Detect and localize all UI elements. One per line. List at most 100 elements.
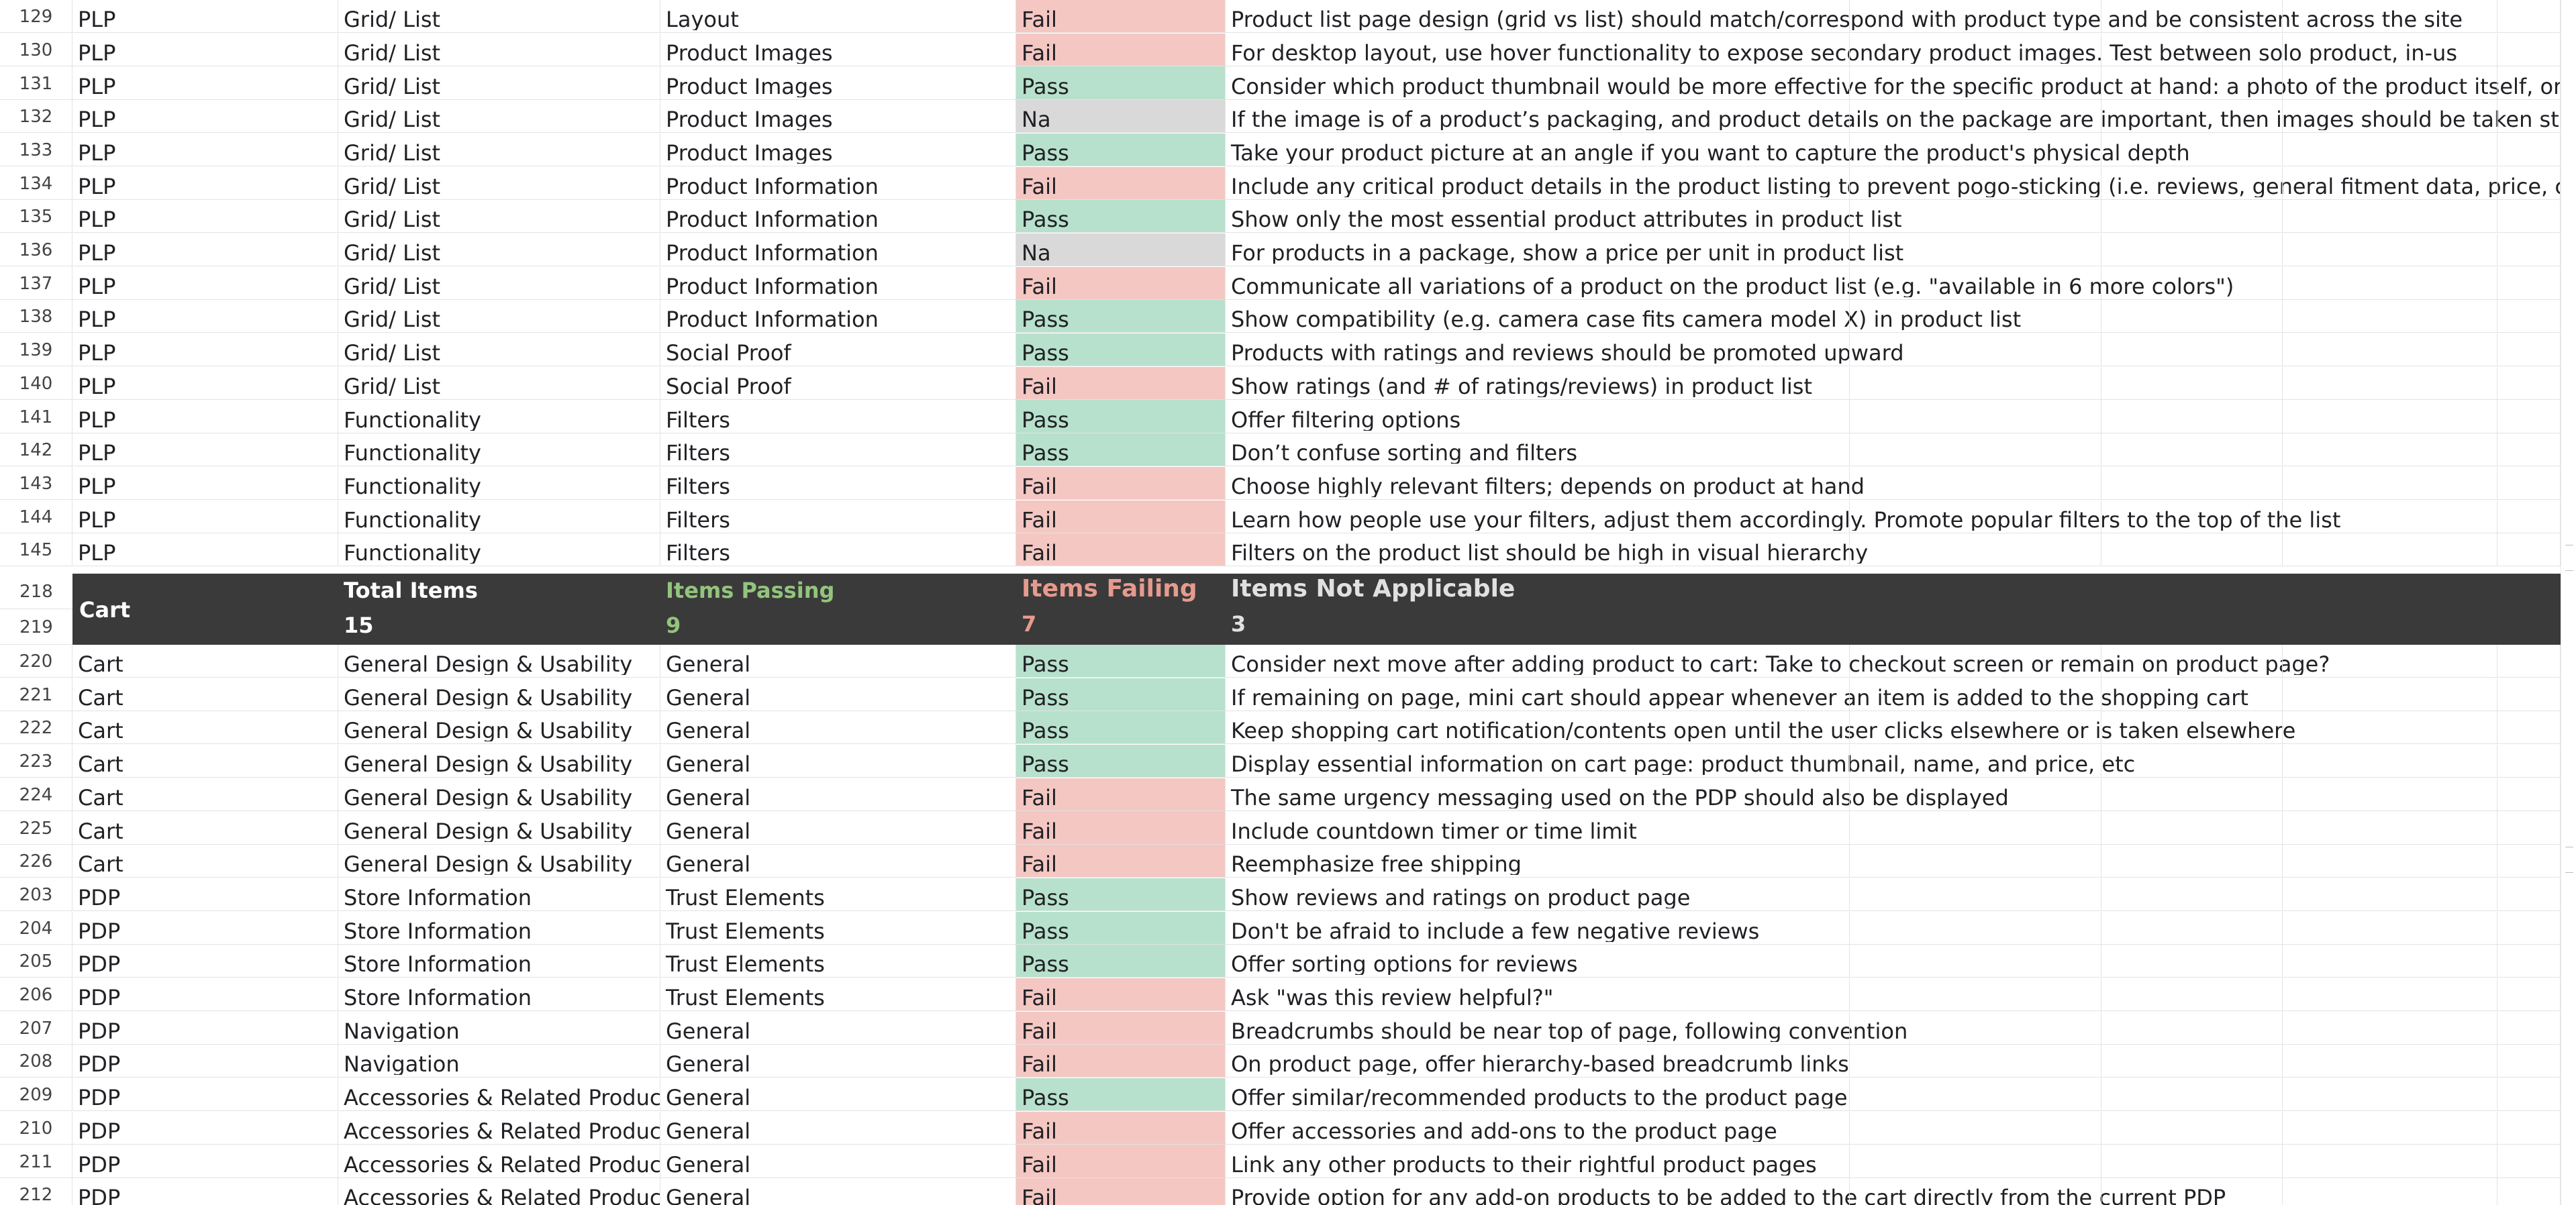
cell-section[interactable]: Functionality <box>338 533 660 566</box>
cell-page[interactable]: PDP <box>72 1111 338 1144</box>
cell-page[interactable]: PDP <box>72 1011 338 1044</box>
cell-description[interactable]: For desktop layout, use hover functional… <box>1226 33 2561 66</box>
cell-page[interactable]: PLP <box>72 166 338 199</box>
cell-description[interactable]: On product page, offer hierarchy-based b… <box>1226 1045 2561 1078</box>
cell-status[interactable]: Pass <box>1016 433 1226 466</box>
cell-section[interactable]: Grid/ List <box>338 133 660 166</box>
cell-page[interactable]: PLP <box>72 133 338 166</box>
cell-page[interactable]: PLP <box>72 466 338 499</box>
row-number[interactable]: 207 <box>0 1011 72 1044</box>
cell-section[interactable]: General Design & Usability <box>338 811 660 844</box>
cell-status[interactable]: Pass <box>1016 878 1226 910</box>
cell-page[interactable]: PLP <box>72 233 338 266</box>
cell-description[interactable]: Don’t confuse sorting and filters <box>1226 433 2561 466</box>
cell-description[interactable]: Ask "was this review helpful?" <box>1226 978 2561 1011</box>
cell-page[interactable]: PLP <box>72 33 338 66</box>
cell-category[interactable]: General <box>660 778 1016 810</box>
cell-description[interactable]: Breadcrumbs should be near top of page, … <box>1226 1011 2561 1044</box>
cell-category[interactable]: Social Proof <box>660 333 1016 366</box>
cell-status[interactable]: Fail <box>1016 1111 1226 1144</box>
cell-section[interactable]: Accessories & Related Produc <box>338 1111 660 1144</box>
cell-status[interactable]: Pass <box>1016 300 1226 333</box>
cell-status[interactable]: Fail <box>1016 845 1226 878</box>
cell-status[interactable]: Fail <box>1016 978 1226 1011</box>
cell-category[interactable]: Filters <box>660 400 1016 433</box>
row-number[interactable]: 133 <box>0 133 72 166</box>
cell-description[interactable]: Show only the most essential product att… <box>1226 200 2561 233</box>
vertical-scrollbar[interactable] <box>2561 0 2576 1205</box>
row-number[interactable]: 137 <box>0 266 72 299</box>
cell-status[interactable]: Fail <box>1016 533 1226 566</box>
cell-section[interactable]: Grid/ List <box>338 166 660 199</box>
cell-status[interactable]: Pass <box>1016 400 1226 433</box>
cell-section[interactable]: Grid/ List <box>338 33 660 66</box>
cell-section[interactable]: General Design & Usability <box>338 678 660 711</box>
cell-page[interactable]: PDP <box>72 878 338 910</box>
cell-page[interactable]: PDP <box>72 911 338 944</box>
row-number[interactable]: 138 <box>0 300 72 333</box>
cell-section[interactable]: General Design & Usability <box>338 644 660 678</box>
cell-page[interactable]: PDP <box>72 1078 338 1111</box>
cell-category[interactable]: Layout <box>660 0 1016 33</box>
cell-description[interactable]: Take your product picture at an angle if… <box>1226 133 2561 166</box>
row-number[interactable]: 203 <box>0 878 72 910</box>
cell-category[interactable]: Product Images <box>660 33 1016 66</box>
cell-category[interactable]: Product Images <box>660 133 1016 166</box>
row-number[interactable]: 140 <box>0 366 72 399</box>
row-number[interactable]: 220 <box>0 644 72 678</box>
cell-section[interactable]: General Design & Usability <box>338 745 660 778</box>
cell-description[interactable]: For products in a package, show a price … <box>1226 233 2561 266</box>
row-number[interactable]: 226 <box>0 845 72 878</box>
cell-page[interactable]: PDP <box>72 1145 338 1177</box>
row-number[interactable]: 208 <box>0 1045 72 1078</box>
cell-category[interactable]: Trust Elements <box>660 945 1016 978</box>
row-number[interactable]: 129 <box>0 0 72 33</box>
cell-section[interactable]: Store Information <box>338 978 660 1011</box>
cell-page[interactable]: PLP <box>72 0 338 33</box>
cell-page[interactable]: PLP <box>72 500 338 533</box>
cell-section[interactable]: Store Information <box>338 945 660 978</box>
row-number[interactable]: 130 <box>0 33 72 66</box>
cell-section[interactable]: Navigation <box>338 1045 660 1078</box>
cell-status[interactable]: Pass <box>1016 945 1226 978</box>
cell-status[interactable]: Fail <box>1016 500 1226 533</box>
cell-section[interactable]: Accessories & Related Produc <box>338 1178 660 1205</box>
row-number[interactable]: 224 <box>0 778 72 810</box>
cell-section[interactable]: General Design & Usability <box>338 711 660 744</box>
cell-category[interactable]: Trust Elements <box>660 911 1016 944</box>
cell-page[interactable]: PLP <box>72 400 338 433</box>
cell-status[interactable]: Fail <box>1016 1145 1226 1177</box>
row-number[interactable]: 136 <box>0 233 72 266</box>
cell-section[interactable]: General Design & Usability <box>338 778 660 810</box>
cell-description[interactable]: Consider which product thumbnail would b… <box>1226 66 2561 99</box>
cell-status[interactable]: Pass <box>1016 911 1226 944</box>
cell-category[interactable]: Product Images <box>660 100 1016 133</box>
cell-description[interactable]: Offer filtering options <box>1226 400 2561 433</box>
summary-dark-cell[interactable]: Cart Total Items 15 Items Passing 9 Item… <box>72 573 2561 645</box>
cell-page[interactable]: PLP <box>72 366 338 399</box>
cell-page[interactable]: Cart <box>72 778 338 810</box>
row-number[interactable]: 211 <box>0 1145 72 1177</box>
cell-category[interactable]: Product Information <box>660 200 1016 233</box>
cell-category[interactable]: General <box>660 745 1016 778</box>
row-number[interactable]: 225 <box>0 811 72 844</box>
row-number[interactable]: 218 <box>0 573 72 609</box>
row-number[interactable]: 222 <box>0 711 72 744</box>
cell-status[interactable]: Pass <box>1016 745 1226 778</box>
cell-description[interactable]: If remaining on page, mini cart should a… <box>1226 678 2561 711</box>
row-number[interactable]: 142 <box>0 433 72 466</box>
cell-section[interactable]: Functionality <box>338 433 660 466</box>
row-number[interactable]: 139 <box>0 333 72 366</box>
cell-page[interactable]: PLP <box>72 333 338 366</box>
cell-page[interactable]: PDP <box>72 978 338 1011</box>
row-number[interactable]: 131 <box>0 66 72 99</box>
cell-status[interactable]: Fail <box>1016 778 1226 810</box>
cell-page[interactable]: Cart <box>72 845 338 878</box>
row-number[interactable]: 223 <box>0 745 72 778</box>
cell-page[interactable]: PDP <box>72 945 338 978</box>
cell-status[interactable]: Fail <box>1016 466 1226 499</box>
cell-page[interactable]: Cart <box>72 811 338 844</box>
cell-section[interactable]: Grid/ List <box>338 0 660 33</box>
cell-status[interactable]: Fail <box>1016 0 1226 33</box>
cell-page[interactable]: PDP <box>72 1045 338 1078</box>
